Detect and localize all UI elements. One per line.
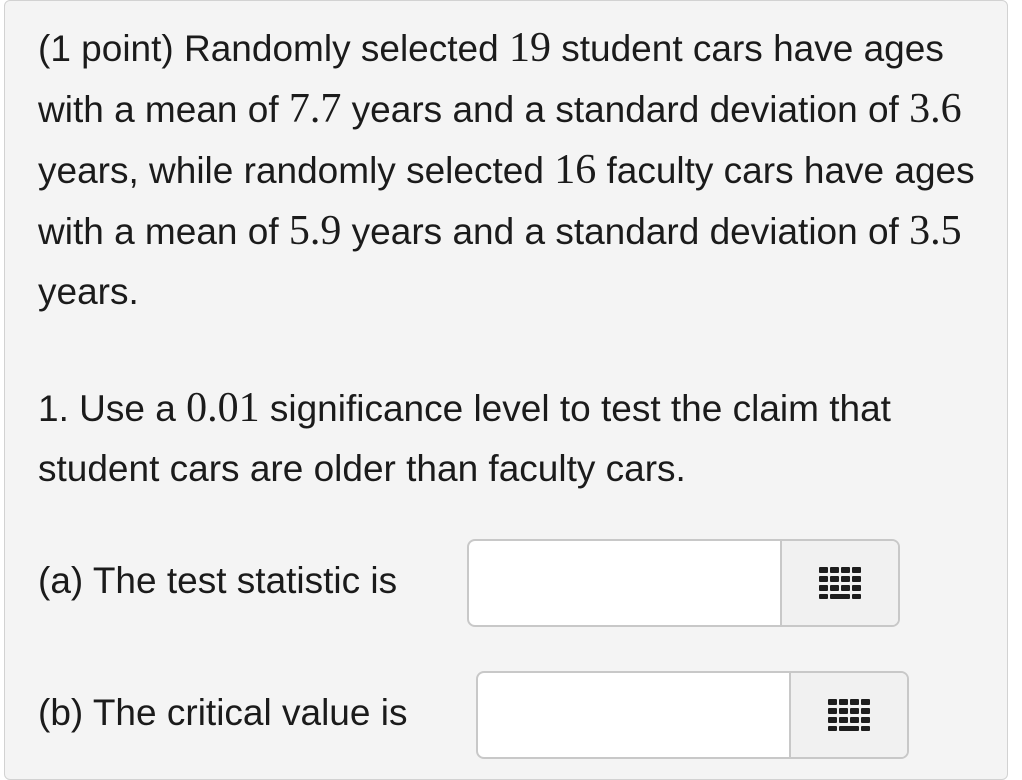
problem-text: (1 point) Randomly selected xyxy=(38,28,509,69)
faculty-sd: 3.5 xyxy=(909,208,962,254)
critical-value-answer xyxy=(476,671,909,759)
critical-value-keypad-button[interactable] xyxy=(789,673,907,757)
problem-text: years and a standard deviation of xyxy=(341,211,910,252)
part-1-instructions: 1. Use a 0.01 significance level to test… xyxy=(38,378,998,499)
problem-statement: (1 point) Randomly selected 19 student c… xyxy=(38,18,998,322)
student-sd: 3.6 xyxy=(909,86,962,132)
faculty-mean: 5.9 xyxy=(288,208,342,254)
problem-panel: (1 point) Randomly selected 19 student c… xyxy=(4,0,1008,780)
keypad-grid-icon xyxy=(819,567,861,599)
problem-text: years and a standard deviation of xyxy=(341,89,910,130)
test-statistic-answer xyxy=(467,539,900,627)
student-sample-size: 19 xyxy=(508,25,551,71)
significance-level: 0.01 xyxy=(186,385,260,431)
test-statistic-input[interactable] xyxy=(469,541,780,625)
critical-value-input[interactable] xyxy=(478,673,789,757)
problem-text: years, while randomly selected xyxy=(38,150,555,191)
problem-text: years. xyxy=(38,271,139,312)
keypad-grid-icon xyxy=(828,699,870,731)
critical-value-label: (b) The critical value is xyxy=(38,692,408,733)
faculty-sample-size: 16 xyxy=(554,147,597,193)
student-mean: 7.7 xyxy=(288,86,342,132)
test-statistic-label: (a) The test statistic is xyxy=(38,560,398,601)
part-1-text: 1. Use a xyxy=(38,388,187,429)
test-statistic-keypad-button[interactable] xyxy=(780,541,898,625)
